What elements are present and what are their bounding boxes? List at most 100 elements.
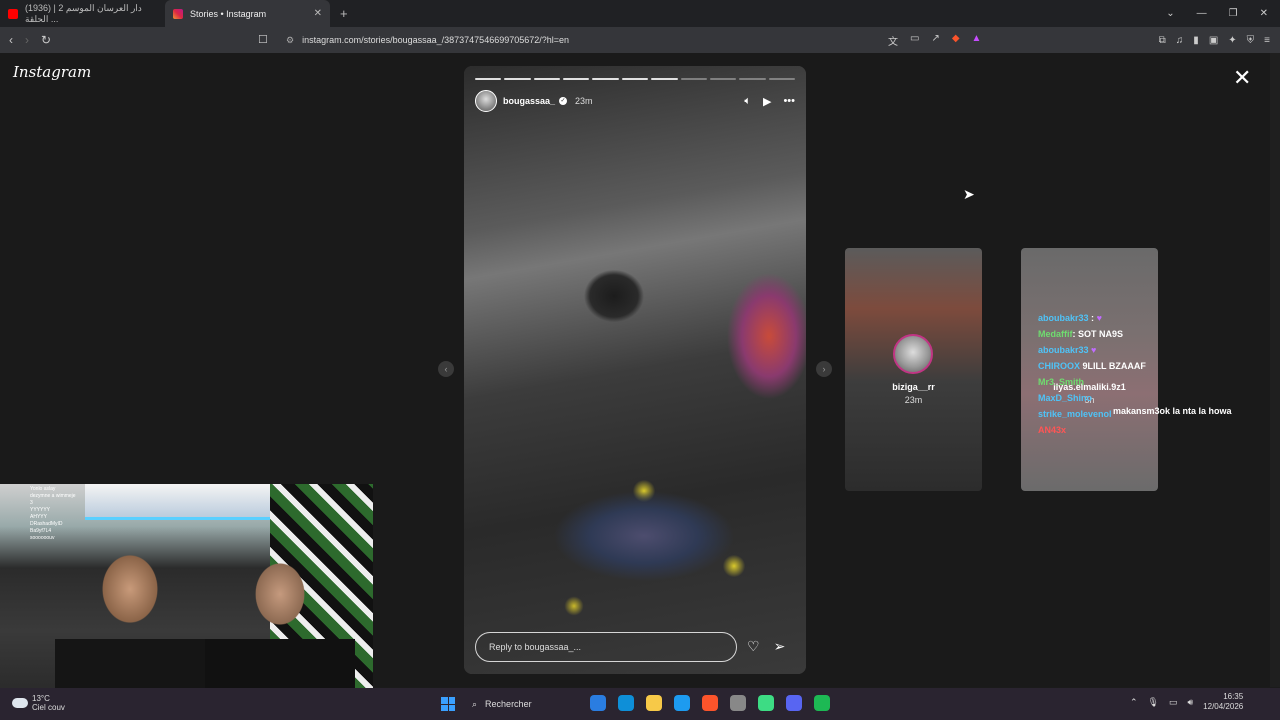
progress-segment	[651, 78, 678, 80]
clock[interactable]: 16:35 12/04/2026	[1203, 692, 1243, 712]
tab-title: Stories • Instagram	[190, 8, 267, 19]
webcam-chat-line: 3	[30, 500, 33, 506]
taskbar-app-icon[interactable]	[646, 695, 662, 711]
preview-time: 23m	[904, 395, 923, 405]
taskbar-app-icon[interactable]	[730, 695, 746, 711]
cast-icon[interactable]: ▭	[910, 33, 919, 48]
chat-message: makansm3ok la nta la howa	[1113, 406, 1232, 416]
webcam-chat-line: dezymne a wimmeje	[30, 493, 76, 499]
restore-button[interactable]: ❐	[1229, 8, 1238, 19]
close-window-button[interactable]: ✕	[1260, 8, 1268, 19]
story-preview[interactable]: biziga__rr 23m	[845, 248, 982, 491]
chat-line: Medaffif: SOT NA9S	[1038, 329, 1124, 339]
taskbar-apps	[590, 695, 830, 711]
address-icons: 文 ▭ ↗ ◆ ▲	[888, 33, 981, 48]
search-label: Rechercher	[485, 699, 532, 709]
toolbar-right: ⧉ ♫ ▮ ▣ ✦ ⛨ ≡	[1159, 27, 1280, 53]
site-info-icon[interactable]: ⚙	[286, 35, 294, 46]
progress-segment	[592, 78, 619, 80]
weather-desc: Ciel couv	[32, 703, 65, 712]
webcam-overlay: Yonlo aslay dezymne a wimmeje 3 YYYYYY AHYYY…	[0, 484, 373, 694]
reply-input[interactable]: Reply to bougassaa_...	[475, 632, 737, 662]
chat-line: aboubakr33 ♥	[1038, 345, 1097, 355]
taskbar: 13°C Ciel couv ⌕ Rechercher ⌃ 🎙︎ ▭ 🔊︎ 16…	[0, 688, 1280, 720]
progress-segment	[768, 78, 795, 80]
story-controls: 🔈︎ ▶ •••	[744, 95, 795, 108]
chat-line: MaxD_Shino	[1038, 393, 1093, 403]
network-icon[interactable]: ▭	[1169, 697, 1178, 708]
instagram-icon	[173, 8, 183, 19]
avatar	[893, 334, 933, 374]
brave-shield-icon[interactable]: ◆	[952, 33, 960, 48]
tab-youtube[interactable]: (1936) دار العرسان الموسم 2 | الحلقة ...	[0, 0, 165, 27]
clock-time: 16:35	[1223, 692, 1244, 701]
taskbar-app-icon[interactable]	[786, 695, 802, 711]
mute-icon[interactable]: 🔈︎	[744, 95, 751, 108]
chat-line: aboubakr33 : ♥	[1038, 313, 1102, 323]
next-story-button[interactable]: ›	[816, 361, 832, 377]
window-controls: ⌄ — ❐ ✕	[1166, 0, 1280, 27]
media-icon[interactable]: ♫	[1176, 35, 1184, 46]
progress-segment	[621, 78, 649, 80]
story-time: 23m	[575, 96, 593, 106]
share-icon[interactable]: ↗	[931, 33, 939, 48]
progress-segment	[563, 78, 590, 80]
tab-title: (1936) دار العرسان الموسم 2 | الحلقة ...	[25, 2, 142, 24]
story-username[interactable]: bougassaa_	[503, 96, 555, 106]
webcam-chat-line: Yonlo aslay	[30, 486, 56, 492]
start-button[interactable]	[441, 697, 455, 711]
back-button[interactable]: ‹	[9, 33, 13, 47]
reply-placeholder: Reply to bougassaa_...	[489, 642, 582, 652]
chevron-up-icon[interactable]: ⌃	[1130, 697, 1138, 708]
clock-date: 12/04/2026	[1203, 702, 1244, 711]
vpn-icon[interactable]: ⛨	[1247, 35, 1255, 46]
tab-instagram[interactable]: Stories • Instagram ✕	[165, 0, 330, 27]
reload-button[interactable]: ↻	[41, 33, 51, 47]
more-icon[interactable]: •••	[783, 95, 795, 108]
weather-widget[interactable]: 13°C Ciel couv	[12, 694, 65, 712]
volume-icon[interactable]: 🔊︎	[1188, 697, 1194, 708]
bookmark-icon[interactable]: ☐	[258, 33, 268, 46]
progress-segment	[533, 78, 561, 80]
new-tab-button[interactable]: +	[340, 6, 348, 21]
minimize-button[interactable]: —	[1197, 8, 1207, 19]
leo-icon[interactable]: ✦	[1228, 35, 1236, 46]
taskbar-app-icon[interactable]	[618, 695, 634, 711]
taskbar-app-icon[interactable]	[590, 695, 606, 711]
chat-line: CHIROOX 9LILL BZAAAF	[1038, 361, 1146, 371]
translate-icon[interactable]: 文	[888, 33, 898, 48]
mic-icon[interactable]: 🎙︎	[1148, 697, 1159, 708]
menu-icon[interactable]: ≡	[1264, 35, 1270, 46]
verified-icon: ✓	[559, 97, 568, 105]
instagram-logo[interactable]: Instagram	[13, 63, 91, 81]
avatar[interactable]	[475, 90, 497, 112]
rewards-icon[interactable]: ▲	[972, 33, 982, 48]
wallet-icon[interactable]: ▣	[1209, 35, 1218, 46]
tab-bar: (1936) دار العرسان الموسم 2 | الحلقة ...…	[0, 0, 1280, 27]
taskbar-app-icon[interactable]	[674, 695, 690, 711]
chevron-down-icon[interactable]: ⌄	[1166, 8, 1174, 19]
nav-buttons: ‹ › ↻	[0, 33, 260, 47]
send-icon[interactable]: ➢	[774, 638, 786, 655]
taskbar-search[interactable]: ⌕ Rechercher	[464, 692, 574, 716]
close-icon[interactable]: ✕	[1233, 65, 1251, 91]
taskbar-app-icon[interactable]	[702, 695, 718, 711]
webcam-chat-line: soooooouv	[30, 535, 55, 541]
taskbar-app-icon[interactable]	[758, 695, 774, 711]
preview-username: biziga__rr	[892, 382, 935, 392]
cursor-icon: ➤	[963, 186, 975, 202]
play-icon[interactable]: ▶	[763, 95, 771, 108]
like-icon[interactable]: ♡	[747, 638, 760, 655]
webcam-chat-line: Ba9yf7L4	[30, 528, 52, 534]
sidebar-icon[interactable]: ▮	[1193, 35, 1199, 46]
reply-actions: ♡ ➢	[747, 638, 785, 655]
taskbar-app-icon[interactable]	[814, 695, 830, 711]
prev-story-button[interactable]: ‹	[438, 361, 454, 377]
progress-segment	[709, 78, 737, 80]
chat-line: Mr3_Smith	[1038, 377, 1085, 387]
story-viewer[interactable]: bougassaa_ ✓ 23m 🔈︎ ▶ ••• Reply to bouga…	[464, 66, 806, 674]
close-tab-icon[interactable]: ✕	[314, 8, 322, 19]
screenshot-icon[interactable]: ⧉	[1159, 35, 1166, 46]
forward-button[interactable]: ›	[25, 33, 29, 47]
scrollbar[interactable]	[1270, 53, 1280, 687]
